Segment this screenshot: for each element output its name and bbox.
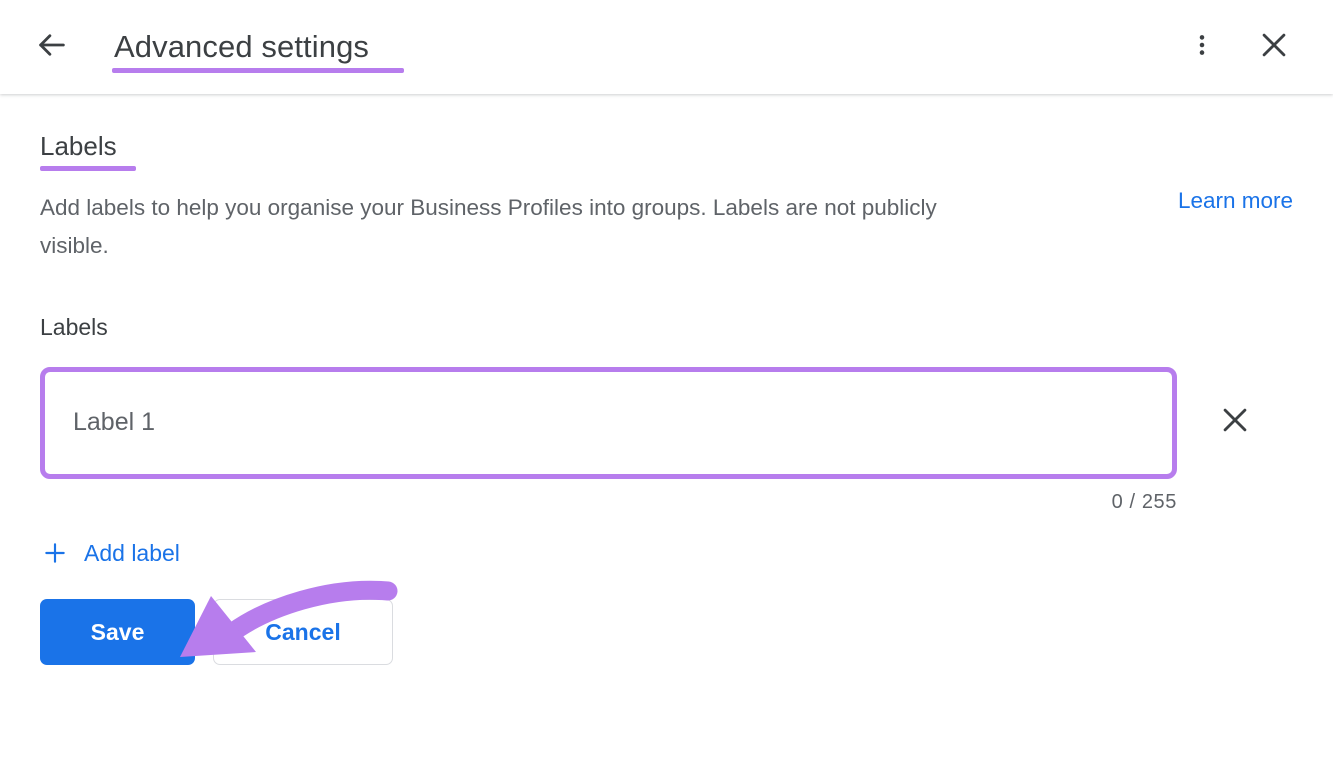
labels-field-label: Labels [40, 314, 1293, 341]
dialog-header: Advanced settings [0, 0, 1333, 94]
close-icon [1257, 28, 1291, 67]
add-label-button[interactable]: Add label [40, 536, 182, 571]
labels-section-title: Labels [40, 132, 117, 161]
label-input-row [40, 367, 1293, 479]
learn-more-link[interactable]: Learn more [1178, 188, 1293, 214]
dialog-action-buttons: Save Cancel [40, 599, 1293, 665]
arrow-left-icon [35, 28, 69, 67]
back-button[interactable] [28, 23, 76, 71]
labels-section-title-text: Labels [40, 131, 117, 161]
close-icon [1218, 403, 1252, 442]
title-highlight-underline [112, 68, 404, 73]
header-actions [1179, 24, 1297, 70]
labels-section-text: Labels Add labels to help you organise y… [40, 94, 970, 266]
plus-icon [42, 540, 68, 566]
more-vertical-icon [1189, 32, 1215, 63]
labels-section-header: Labels Add labels to help you organise y… [40, 94, 1293, 266]
add-label-text: Add label [84, 540, 180, 567]
label-1-input[interactable] [45, 372, 1172, 474]
character-counter: 0 / 255 [40, 491, 1177, 514]
remove-label-button[interactable] [1209, 397, 1261, 449]
label-input-highlight-box [40, 367, 1177, 479]
dialog-body: Labels Add labels to help you organise y… [0, 94, 1333, 665]
save-button[interactable]: Save [40, 599, 195, 665]
cancel-button[interactable]: Cancel [213, 599, 393, 665]
labels-section-description: Add labels to help you organise your Bus… [40, 189, 970, 266]
page-title: Advanced settings [114, 29, 369, 65]
labels-highlight-underline [40, 166, 136, 171]
close-dialog-button[interactable] [1251, 24, 1297, 70]
overflow-menu-button[interactable] [1179, 24, 1225, 70]
